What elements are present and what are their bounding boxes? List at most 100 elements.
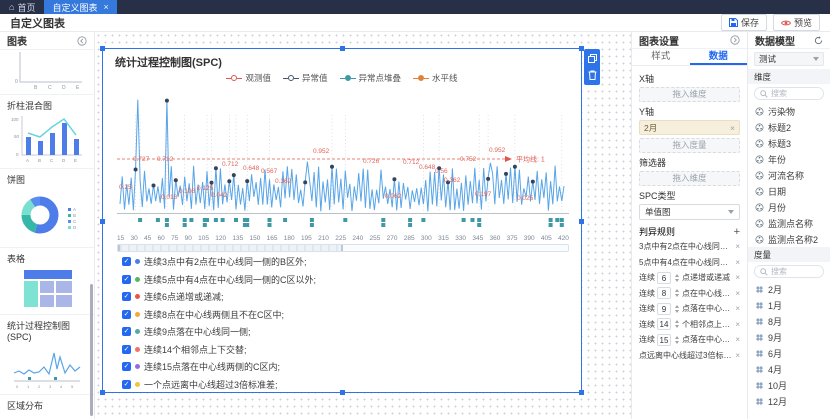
legend-item[interactable]: 观测值 xyxy=(226,72,271,84)
remove-rule-icon[interactable]: × xyxy=(735,242,740,251)
dimension-item[interactable]: 标题3 xyxy=(748,135,830,151)
measure-item[interactable]: 10月 xyxy=(748,377,830,393)
measure-item[interactable]: 12月 xyxy=(748,393,830,409)
dimension-search-input[interactable]: 搜索 xyxy=(754,87,824,100)
remove-rule-icon[interactable]: × xyxy=(735,304,740,313)
refresh-icon[interactable] xyxy=(814,36,823,45)
legend-item[interactable]: 水平线 xyxy=(413,72,458,84)
measure-item[interactable]: 4月 xyxy=(748,361,830,377)
resize-handle[interactable] xyxy=(100,219,105,224)
chart-type-item[interactable]: 折柱混合图100500ABCDE xyxy=(0,95,94,169)
chart-type-item[interactable]: 表格 xyxy=(0,248,94,315)
measure-item[interactable]: 8月 xyxy=(748,313,830,329)
checkbox-checked-icon[interactable]: ✓ xyxy=(122,327,131,336)
legend-item[interactable]: 异常点堆叠 xyxy=(340,72,402,84)
rule-number-input[interactable]: 14 xyxy=(657,318,671,330)
legend-marker-icon xyxy=(226,75,242,81)
rule-checkbox-row[interactable]: ✓连续3点中有2点在中心线同一侧的B区外; xyxy=(122,255,569,268)
dimension-item[interactable]: 河流名称 xyxy=(748,167,830,183)
rule-checkbox-row[interactable]: ✓一个点远离中心线超过3倍标准差; xyxy=(122,378,569,391)
tab-custom-chart[interactable]: 自定义图表 × xyxy=(44,0,116,14)
copy-widget-button[interactable] xyxy=(588,54,597,63)
tab-data[interactable]: 数据 xyxy=(690,49,748,65)
rule-config-text: 点在中心线两侧且... xyxy=(682,288,733,299)
save-button[interactable]: 保存 xyxy=(721,14,767,31)
filter-dropzone[interactable]: 拖入维度 xyxy=(639,171,740,186)
tab-style[interactable]: 样式 xyxy=(632,49,690,65)
checkbox-checked-icon[interactable]: ✓ xyxy=(122,345,131,354)
checkbox-checked-icon[interactable]: ✓ xyxy=(122,362,131,371)
dimension-item[interactable]: 污染物 xyxy=(748,103,830,119)
resize-handle[interactable] xyxy=(100,390,105,395)
rule-checkbox-row[interactable]: ✓连续14个相邻点上下交替; xyxy=(122,343,569,356)
dimension-item[interactable]: 监测点名称 xyxy=(748,215,830,231)
preview-button[interactable]: 预览 xyxy=(773,14,820,31)
remove-rule-icon[interactable]: × xyxy=(735,273,740,282)
rule-checkbox-row[interactable]: ✓连续6点递增或递减; xyxy=(122,290,569,303)
measure-search-input[interactable]: 搜索 xyxy=(754,265,824,278)
remove-rule-icon[interactable]: × xyxy=(735,335,740,344)
number-stepper[interactable] xyxy=(673,274,680,282)
remove-rule-icon[interactable]: × xyxy=(735,258,740,267)
sidebar-scrollbar[interactable] xyxy=(90,284,93,416)
chart-type-item[interactable]: 统计过程控制图(SPC)012345 xyxy=(0,315,94,395)
rule-number-input[interactable]: 9 xyxy=(657,303,671,315)
resize-handle[interactable] xyxy=(340,46,345,51)
rule-number-input[interactable]: 8 xyxy=(657,287,671,299)
measure-item[interactable]: 9月 xyxy=(748,329,830,345)
datazoom-scrollbar[interactable] xyxy=(117,244,569,252)
measure-item[interactable]: 6月 xyxy=(748,345,830,361)
design-canvas[interactable]: 统计过程控制图(SPC) 观测值异常值异常点堆叠水平线 平均线: 10.250.… xyxy=(95,32,631,419)
delete-widget-button[interactable] xyxy=(588,70,597,80)
rule-checkbox-row[interactable]: ✓连续9点落在中心线同一侧; xyxy=(122,325,569,338)
number-stepper[interactable] xyxy=(673,320,680,328)
chart-type-item[interactable]: 区域分布 xyxy=(0,395,94,419)
spc-chart-plot[interactable]: 平均线: 10.250.7270.7120.0130.1080.1250.042… xyxy=(117,85,569,235)
remove-rule-icon[interactable]: × xyxy=(735,289,740,298)
rule-config-text: 点递增或递减 xyxy=(682,272,733,283)
resize-handle[interactable] xyxy=(579,219,584,224)
remove-rule-icon[interactable]: × xyxy=(735,351,740,360)
add-rule-icon[interactable]: + xyxy=(734,227,740,237)
chart-type-item[interactable]: 饼图ABCD xyxy=(0,169,94,248)
dimension-item[interactable]: 日期 xyxy=(748,183,830,199)
rule-checkbox-row[interactable]: ✓连续8点在中心线两侧且不在C区中; xyxy=(122,308,569,321)
dataset-select[interactable]: 测试 xyxy=(754,52,824,66)
resize-handle[interactable] xyxy=(100,46,105,51)
remove-field-icon[interactable]: × xyxy=(730,123,735,133)
y-axis-dropzone[interactable]: 拖入度量 xyxy=(639,138,740,153)
legend-item[interactable]: 异常值 xyxy=(283,72,328,84)
number-stepper[interactable] xyxy=(673,336,680,344)
checkbox-checked-icon[interactable]: ✓ xyxy=(122,292,131,301)
dimension-item[interactable]: 年份 xyxy=(748,151,830,167)
rule-number-input[interactable]: 6 xyxy=(657,272,671,284)
dimension-item[interactable]: 月份 xyxy=(748,199,830,215)
collapse-panel-icon[interactable] xyxy=(730,35,740,45)
dimension-item[interactable]: 标题2 xyxy=(748,119,830,135)
collapse-panel-icon[interactable] xyxy=(77,36,87,46)
resize-handle[interactable] xyxy=(579,390,584,395)
measure-item[interactable]: 1月 xyxy=(748,297,830,313)
resize-handle[interactable] xyxy=(340,390,345,395)
checkbox-checked-icon[interactable]: ✓ xyxy=(122,310,131,319)
remove-rule-icon[interactable]: × xyxy=(735,320,740,329)
dimension-item[interactable]: 监测点名称2 xyxy=(748,231,830,247)
spc-widget[interactable]: 统计过程控制图(SPC) 观测值异常值异常点堆叠水平线 平均线: 10.250.… xyxy=(102,48,582,393)
rule-number-input[interactable]: 15 xyxy=(657,334,671,346)
y-axis-field-pill[interactable]: 2月 × xyxy=(639,120,740,135)
number-stepper[interactable] xyxy=(673,305,680,313)
number-stepper[interactable] xyxy=(673,289,680,297)
datazoom-handle[interactable] xyxy=(118,245,343,251)
checkbox-checked-icon[interactable]: ✓ xyxy=(122,275,131,284)
nav-home[interactable]: ⌂ 首页 xyxy=(9,1,35,14)
x-axis-dropzone[interactable]: 拖入维度 xyxy=(639,87,740,102)
copy-icon xyxy=(588,54,597,63)
rule-checkbox-row[interactable]: ✓连续15点落在中心线两侧的C区内; xyxy=(122,360,569,373)
close-tab-icon[interactable]: × xyxy=(103,2,108,12)
spc-type-select[interactable]: 单值图 xyxy=(639,204,740,220)
checkbox-checked-icon[interactable]: ✓ xyxy=(122,257,131,266)
chart-type-item[interactable]: 0BCDE xyxy=(0,50,94,95)
rule-checkbox-row[interactable]: ✓连续5点中有4点在中心线同一侧的C区以外; xyxy=(122,273,569,286)
checkbox-checked-icon[interactable]: ✓ xyxy=(122,380,131,389)
measure-item[interactable]: 2月 xyxy=(748,281,830,297)
